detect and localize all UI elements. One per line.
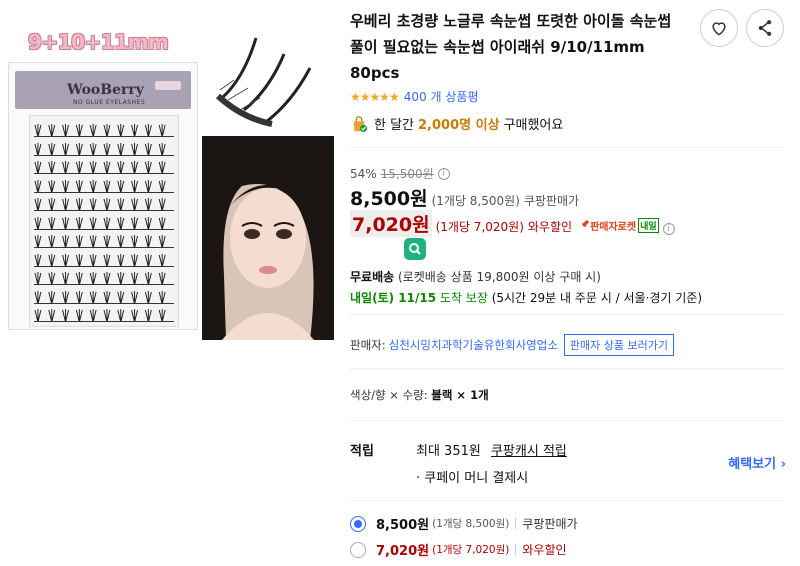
seller-label: 판매자: bbox=[350, 338, 386, 352]
reward-max: 최대 351원 bbox=[416, 444, 481, 459]
model-portrait-image[interactable] bbox=[202, 136, 334, 340]
option-value: 블랙 × 1개 bbox=[431, 388, 489, 402]
rocket-label: 판매자로켓 bbox=[590, 221, 637, 233]
heart-icon bbox=[712, 22, 726, 36]
discount-rate: 54% bbox=[350, 166, 377, 181]
lash-strip-row bbox=[34, 122, 174, 138]
wow-discount-label: 와우할인 bbox=[527, 220, 573, 234]
sale-price-row: 8,500원 (1개당 8,500원) 쿠팡판매가 bbox=[350, 184, 579, 211]
discount-row: 54% 15,500원 i bbox=[350, 165, 450, 182]
lash-strip-row bbox=[34, 159, 174, 175]
reward-row: 최대 351원 쿠팡캐시 적립 bbox=[416, 440, 567, 459]
brand-tag bbox=[155, 81, 181, 90]
product-gallery: 9+10+11mm WooBerry NO GLUE EYELASHES bbox=[0, 0, 340, 566]
info-icon[interactable]: i bbox=[437, 167, 450, 180]
benefit-link[interactable]: 혜택보기 › bbox=[728, 453, 786, 472]
free-shipping-condition: (로켓배송 상품 19,800원 이상 구매 시) bbox=[398, 270, 601, 284]
wishlist-button[interactable] bbox=[700, 9, 738, 47]
sale-price: 8,500원 bbox=[350, 188, 428, 210]
info-icon[interactable]: i bbox=[662, 223, 675, 235]
tomorrow-tag: 내일 bbox=[638, 217, 659, 233]
share-button[interactable] bbox=[746, 9, 784, 47]
rocket-icon bbox=[580, 220, 590, 229]
reward-pay-condition: · 쿠페이 머니 결제시 bbox=[416, 471, 529, 486]
bought-count: 2,000명 이상 bbox=[418, 118, 500, 133]
rating-stars: ★★★★★ bbox=[350, 89, 400, 104]
rating-row: ★★★★★ 400 개 상품평 bbox=[350, 88, 479, 105]
option-label: 색상/향 × 수량: bbox=[350, 388, 428, 402]
bought-suffix: 구매했어요 bbox=[503, 118, 564, 133]
lash-strip-row bbox=[34, 196, 174, 212]
lash-strip-row bbox=[34, 307, 174, 323]
review-count-link[interactable]: 400 개 상품평 bbox=[404, 88, 479, 105]
wow-unit-price: (1개당 7,020원) bbox=[435, 220, 524, 234]
lash-strip-row bbox=[34, 252, 174, 267]
wow-price-row: 7,020원 (1개당 7,020원) 와우할인 판매자로켓 내일 i bbox=[350, 210, 675, 237]
product-title: 우베리 초경량 노글루 속눈썹 또렷한 아이돌 속눈썹 풀이 필요없는 속눈썹 … bbox=[350, 12, 672, 82]
lash-strip-row bbox=[34, 233, 174, 249]
divider bbox=[350, 420, 784, 421]
brand-subtitle: NO GLUE EYELASHES bbox=[73, 99, 146, 106]
original-price: 15,500원 bbox=[380, 167, 434, 181]
brand-logo: WooBerry bbox=[67, 82, 144, 98]
sale-unit-price: (1개당 8,500원) bbox=[431, 194, 520, 208]
size-label: 9+10+11mm bbox=[28, 30, 169, 54]
option-unit-price: (1개당 8,500원) bbox=[432, 518, 510, 530]
seller-row: 판매자: 심천시밍치과학기술유한회사영업소 판매자 상품 보러가기 bbox=[350, 334, 674, 356]
share-icon bbox=[758, 20, 772, 36]
option-unit-price: (1개당 7,020원) bbox=[432, 544, 510, 556]
seller-rocket-badge: 판매자로켓 내일 bbox=[578, 217, 659, 233]
lash-strip-row bbox=[34, 270, 174, 286]
bag-icon bbox=[353, 115, 368, 132]
divider bbox=[350, 314, 784, 315]
option-price: 7,020원 bbox=[376, 544, 430, 559]
bought-prefix: 한 달간 bbox=[374, 118, 415, 133]
lash-tray bbox=[29, 115, 179, 327]
portrait-illustration bbox=[202, 136, 334, 340]
option-price-type: 쿠팡판매가 bbox=[522, 517, 578, 531]
shipping-row: 무료배송 (로켓배송 상품 19,800원 이상 구매 시) bbox=[350, 268, 601, 285]
price-option-radio[interactable] bbox=[350, 515, 366, 532]
selected-option[interactable]: 색상/향 × 수량: 블랙 × 1개 bbox=[350, 387, 489, 403]
lash-strip-row bbox=[34, 215, 174, 230]
lash-strip-row bbox=[34, 178, 174, 193]
q-badge-icon[interactable] bbox=[404, 238, 426, 260]
lash-strip-row bbox=[34, 141, 174, 156]
wow-price: 7,020원 bbox=[350, 210, 432, 237]
price-option-row[interactable]: 7,020원 (1개당 7,020원) 와우할인 bbox=[350, 540, 567, 559]
lash-box-header: WooBerry NO GLUE EYELASHES bbox=[15, 71, 191, 109]
lash-strip-row bbox=[34, 289, 174, 304]
divider bbox=[350, 147, 784, 148]
arrival-guarantee: 도착 보장 bbox=[439, 291, 488, 305]
purchase-count-row: 한 달간 2,000명 이상 구매했어요 bbox=[350, 114, 563, 133]
separator bbox=[515, 544, 517, 555]
sale-price-type: 쿠팡판매가 bbox=[523, 194, 580, 208]
coupang-cash-link[interactable]: 쿠팡캐시 적립 bbox=[491, 444, 567, 459]
q-search-icon bbox=[409, 243, 421, 255]
free-shipping-label: 무료배송 bbox=[350, 270, 395, 284]
divider bbox=[350, 500, 784, 501]
arrival-row: 내일(토) 11/15 도착 보장 (5시간 29분 내 주문 시 / 서울·경… bbox=[350, 289, 702, 306]
arrival-condition: (5시간 29분 내 주문 시 / 서울·경기 기준) bbox=[491, 291, 703, 305]
single-lash-image bbox=[215, 37, 312, 127]
product-panel: 우베리 초경량 노글루 속눈썹 또렷한 아이돌 속눈썹 풀이 필요없는 속눈썹 … bbox=[350, 0, 790, 566]
option-price-type: 와우할인 bbox=[522, 543, 567, 557]
option-price: 8,500원 bbox=[376, 518, 430, 533]
seller-name-link[interactable]: 심천시밍치과학기술유한회사영업소 bbox=[389, 337, 558, 353]
price-option-radio[interactable] bbox=[350, 541, 366, 558]
lash-box-image[interactable]: WooBerry NO GLUE EYELASHES bbox=[8, 62, 198, 330]
separator bbox=[515, 518, 517, 529]
divider bbox=[350, 368, 784, 369]
arrival-date: 내일(토) 11/15 bbox=[350, 291, 437, 305]
reward-label: 적립 bbox=[350, 444, 374, 459]
seller-products-button[interactable]: 판매자 상품 보러가기 bbox=[563, 334, 674, 356]
price-option-row[interactable]: 8,500원 (1개당 8,500원) 쿠팡판매가 bbox=[350, 514, 578, 533]
